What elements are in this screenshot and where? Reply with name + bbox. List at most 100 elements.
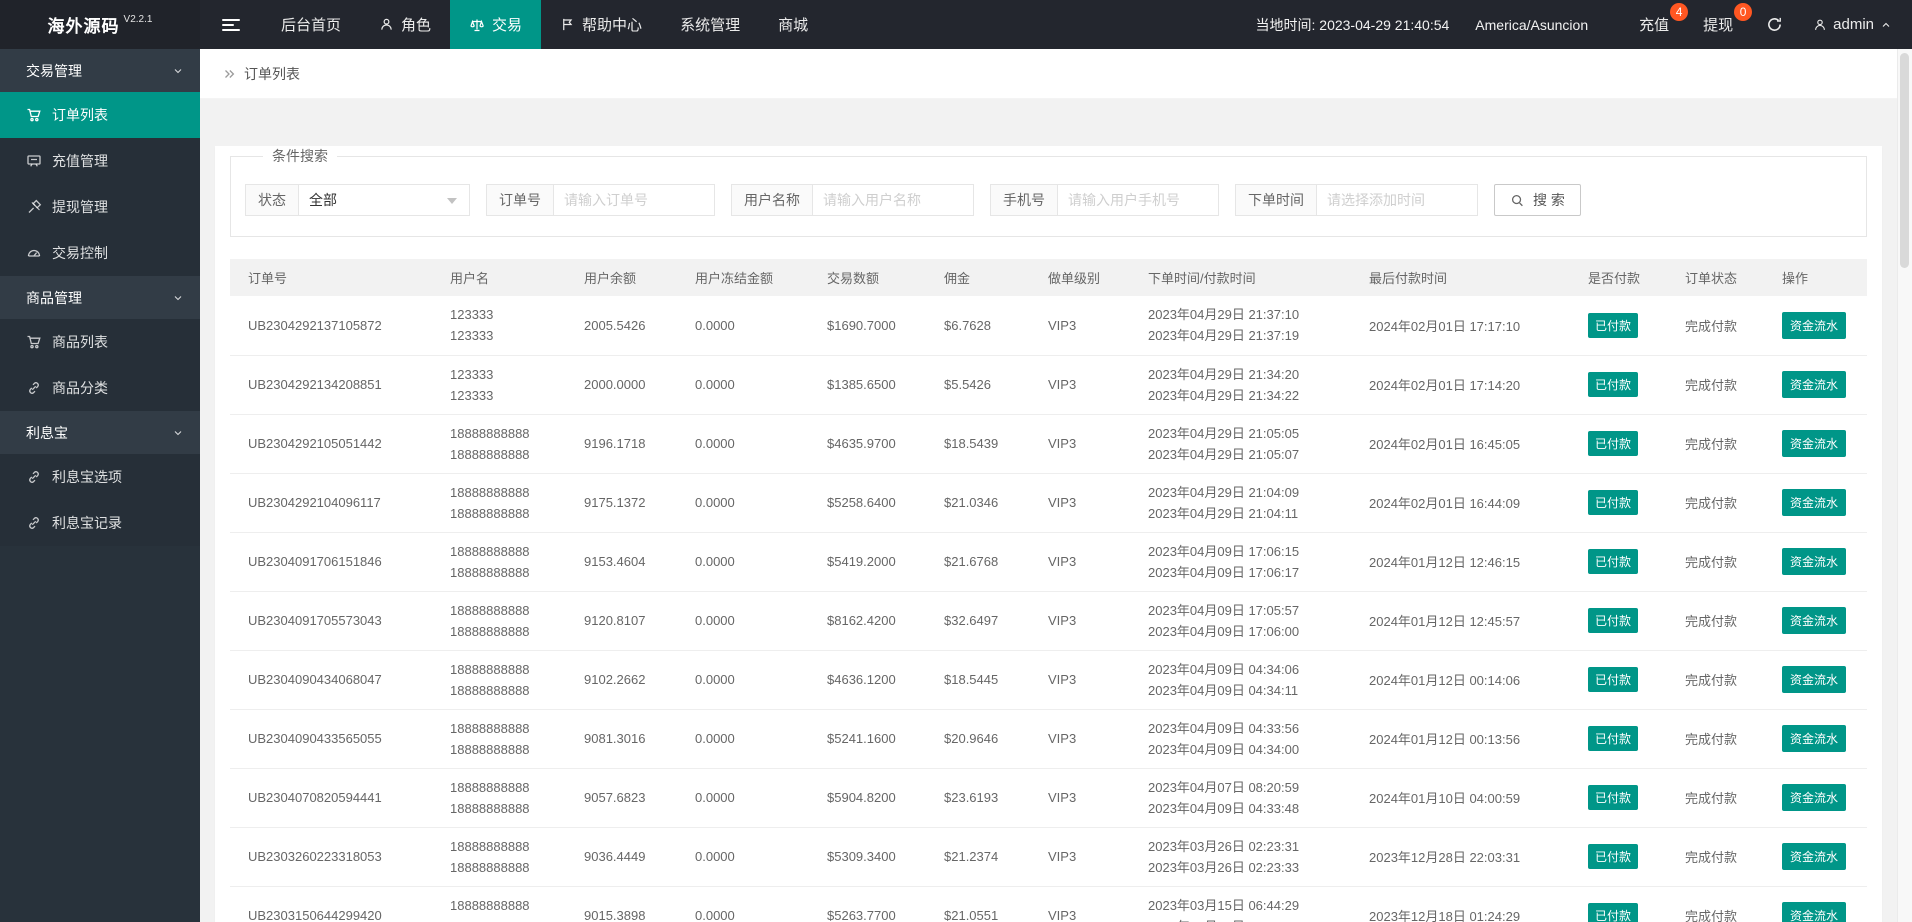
cell-last-pay-time: 2024年01月12日 12:45:57 bbox=[1351, 591, 1570, 651]
sidebar-item-lixibao-records[interactable]: 利息宝记录 bbox=[0, 500, 200, 546]
fund-flow-button[interactable]: 资金流水 bbox=[1782, 843, 1847, 870]
col-amount: 交易数额 bbox=[809, 259, 926, 296]
cell-last-pay-time: 2024年02月01日 17:17:10 bbox=[1351, 296, 1570, 356]
brand-version: V2.2.1 bbox=[123, 14, 153, 25]
double-chevron-icon bbox=[222, 67, 236, 81]
cell-balance: 2000.0000 bbox=[566, 355, 677, 415]
fund-flow-button[interactable]: 资金流水 bbox=[1782, 902, 1847, 922]
vertical-scrollbar[interactable] bbox=[1897, 49, 1912, 922]
sidebar-item-withdraw-mgmt[interactable]: 提现管理 bbox=[0, 184, 200, 230]
nav-item-system[interactable]: 系统管理 bbox=[661, 0, 759, 49]
paid-status-badge: 已付款 bbox=[1588, 372, 1639, 397]
cell-status: 完成付款 bbox=[1667, 532, 1764, 592]
order-no-input[interactable] bbox=[554, 185, 714, 215]
cell-actions: 资金流水 bbox=[1764, 591, 1867, 651]
col-frozen: 用户冻结金额 bbox=[677, 259, 809, 296]
cell-paid: 已付款 bbox=[1570, 355, 1667, 415]
fund-flow-button[interactable]: 资金流水 bbox=[1782, 725, 1847, 752]
cell-order-no: UB2304292134208851 bbox=[230, 355, 432, 415]
cell-order-no: UB2304091705573043 bbox=[230, 591, 432, 651]
sidebar-item-lixibao-options[interactable]: 利息宝选项 bbox=[0, 454, 200, 500]
sidebar-item-goods-list[interactable]: 商品列表 bbox=[0, 319, 200, 365]
cell-paid: 已付款 bbox=[1570, 650, 1667, 710]
sidebar-item-label: 订单列表 bbox=[52, 107, 108, 123]
recharge-button[interactable]: 充值 4 bbox=[1622, 0, 1689, 49]
pay-time-line: 2023年04月29日 21:34:22 bbox=[1148, 387, 1300, 403]
search-icon bbox=[1510, 193, 1525, 208]
sidebar-item-label: 商品列表 bbox=[52, 334, 108, 350]
cell-frozen: 0.0000 bbox=[677, 650, 809, 710]
top-navbar: 海外源码 V2.2.1 后台首页 角色 交易 帮助中心 系统管理 商城 当地时间… bbox=[0, 0, 1912, 49]
cell-frozen: 0.0000 bbox=[677, 768, 809, 828]
cell-username: 18888888888 18888888888 bbox=[432, 827, 566, 887]
chevron-down-icon bbox=[172, 427, 184, 439]
username-input[interactable] bbox=[813, 185, 973, 215]
cell-order-time: 2023年04月09日 04:33:56 2023年04月09日 04:34:0… bbox=[1130, 709, 1351, 769]
scrollbar-thumb[interactable] bbox=[1900, 53, 1909, 268]
cell-last-pay-time: 2024年01月10日 04:00:59 bbox=[1351, 768, 1570, 828]
local-time-value: 当地时间: 2023-04-29 21:40:54 bbox=[1255, 16, 1450, 33]
fund-flow-button[interactable]: 资金流水 bbox=[1782, 430, 1847, 457]
fund-flow-button[interactable]: 资金流水 bbox=[1782, 784, 1847, 811]
cell-level: VIP3 bbox=[1030, 414, 1130, 474]
paid-status-badge: 已付款 bbox=[1588, 785, 1639, 810]
chevron-down-icon bbox=[172, 292, 184, 304]
paid-status-badge: 已付款 bbox=[1588, 490, 1639, 515]
nav-item-dashboard[interactable]: 后台首页 bbox=[262, 0, 360, 49]
order-no-filter-group: 订单号 bbox=[486, 184, 715, 216]
fund-flow-button[interactable]: 资金流水 bbox=[1782, 607, 1847, 634]
sidebar-item-trade-control[interactable]: 交易控制 bbox=[0, 230, 200, 276]
sidebar-item-recharge-mgmt[interactable]: 充值管理 bbox=[0, 138, 200, 184]
order-time-input[interactable] bbox=[1317, 185, 1477, 215]
sidebar-group-trade[interactable]: 交易管理 bbox=[0, 49, 200, 92]
table-row: UB2304292105051442 18888888888 188888888… bbox=[230, 414, 1867, 474]
username-line2: 18888888888 bbox=[450, 682, 530, 698]
nav-item-mall[interactable]: 商城 bbox=[759, 0, 827, 49]
fund-flow-button[interactable]: 资金流水 bbox=[1782, 311, 1847, 339]
status-label: 状态 bbox=[246, 185, 299, 215]
cell-username: 18888888888 18888888888 bbox=[432, 768, 566, 828]
sidebar-group-goods[interactable]: 商品管理 bbox=[0, 276, 200, 319]
sidebar-group-lixibao[interactable]: 利息宝 bbox=[0, 411, 200, 454]
cell-last-pay-time: 2023年12月28日 22:03:31 bbox=[1351, 827, 1570, 887]
withdraw-button[interactable]: 提现 0 bbox=[1686, 0, 1753, 49]
status-select[interactable]: 全部 bbox=[299, 185, 469, 215]
phone-filter-group: 手机号 bbox=[990, 184, 1219, 216]
sidebar-group-label: 利息宝 bbox=[26, 424, 68, 441]
cell-last-pay-time: 2023年12月18日 01:24:29 bbox=[1351, 886, 1570, 922]
cell-order-time: 2023年04月09日 04:34:06 2023年04月09日 04:34:1… bbox=[1130, 650, 1351, 710]
fund-flow-button[interactable]: 资金流水 bbox=[1782, 489, 1847, 516]
phone-input[interactable] bbox=[1058, 185, 1218, 215]
refresh-button[interactable] bbox=[1750, 0, 1799, 49]
admin-menu[interactable]: admin bbox=[1799, 0, 1912, 49]
cell-last-pay-time: 2024年01月12日 00:13:56 bbox=[1351, 709, 1570, 769]
order-time-line: 2023年03月15日 06:44:29 bbox=[1148, 897, 1300, 913]
pay-time-line: 2023年03月26日 02:23:33 bbox=[1148, 859, 1300, 875]
sidebar-item-label: 商品分类 bbox=[52, 380, 108, 396]
order-time-line: 2023年04月09日 04:33:56 bbox=[1148, 720, 1300, 736]
cell-amount: $5904.8200 bbox=[809, 768, 926, 828]
fund-flow-button[interactable]: 资金流水 bbox=[1782, 371, 1847, 398]
nav-item-trade[interactable]: 交易 bbox=[450, 0, 542, 49]
fund-flow-button[interactable]: 资金流水 bbox=[1782, 548, 1847, 575]
fund-flow-button[interactable]: 资金流水 bbox=[1782, 666, 1847, 693]
cell-commission: $21.0346 bbox=[926, 473, 1030, 533]
order-time-line: 2023年04月29日 21:04:09 bbox=[1148, 484, 1300, 500]
cell-commission: $32.6497 bbox=[926, 591, 1030, 651]
table-row: UB2304090433565055 18888888888 188888888… bbox=[230, 709, 1867, 769]
cell-actions: 资金流水 bbox=[1764, 473, 1867, 533]
cell-status: 完成付款 bbox=[1667, 650, 1764, 710]
cell-status: 完成付款 bbox=[1667, 355, 1764, 415]
pay-time-line: 2023年04月29日 21:04:11 bbox=[1148, 505, 1299, 521]
cell-actions: 资金流水 bbox=[1764, 355, 1867, 415]
nav-item-help[interactable]: 帮助中心 bbox=[541, 0, 661, 49]
search-button[interactable]: 搜 索 bbox=[1494, 184, 1581, 216]
nav-item-label: 交易 bbox=[492, 17, 523, 34]
nav-item-roles[interactable]: 角色 bbox=[360, 0, 450, 49]
username-line1: 18888888888 bbox=[450, 425, 530, 441]
cell-username: 123333 123333 bbox=[432, 296, 566, 356]
sidebar-item-goods-category[interactable]: 商品分类 bbox=[0, 365, 200, 411]
username-line2: 18888888888 bbox=[450, 564, 530, 580]
sidebar-toggle-button[interactable] bbox=[200, 0, 262, 49]
sidebar-item-order-list[interactable]: 订单列表 bbox=[0, 92, 200, 138]
